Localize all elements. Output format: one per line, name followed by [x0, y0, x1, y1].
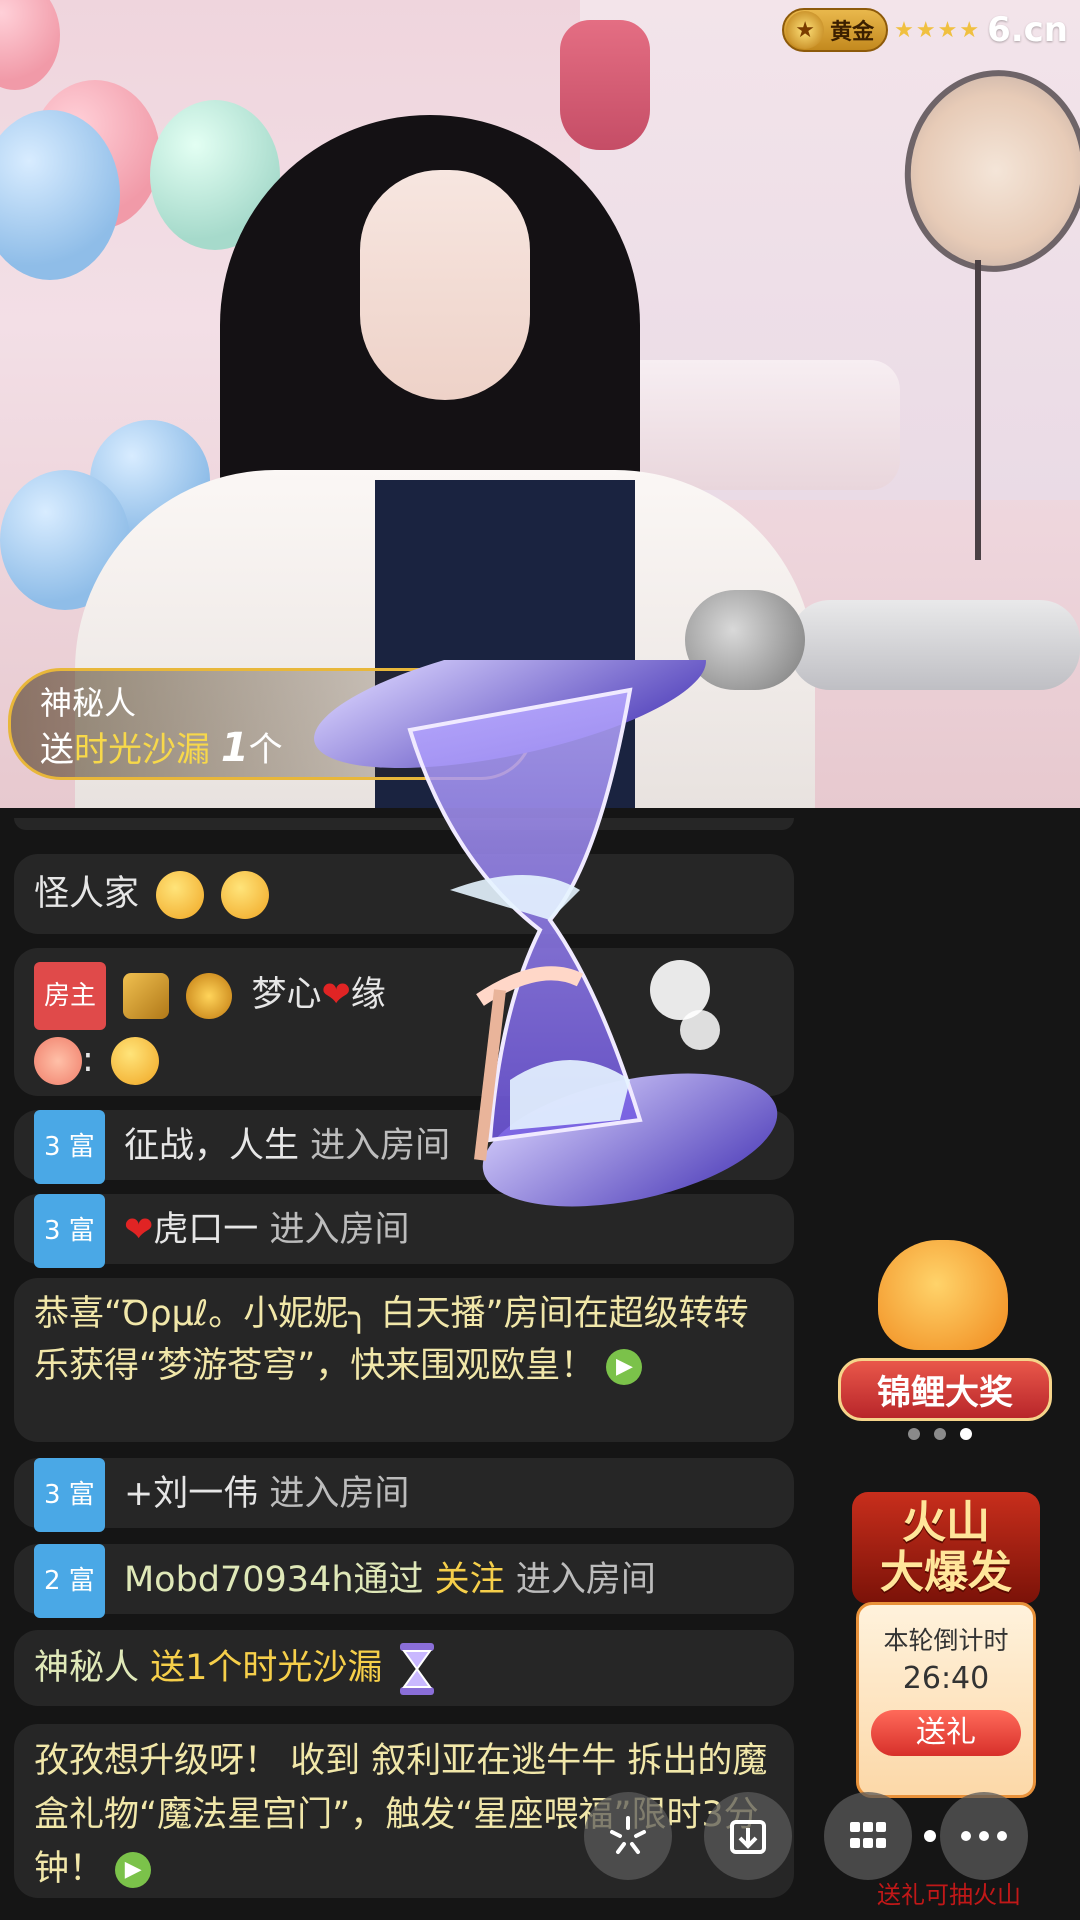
medal-icon: ★	[786, 11, 825, 49]
sparkle-icon[interactable]	[584, 1792, 672, 1880]
balloon	[0, 0, 60, 90]
site-logo: 6.cn	[987, 10, 1068, 50]
chat-system-message[interactable]: 恭喜“Ꝺρμℓ。小妮妮╮ 白天播”房间在超级转转乐获得“梦游苍穹”，快来围观欧皇…	[14, 1278, 794, 1442]
chat-message-enter: 3 富 征战，人生 进入房间	[14, 1110, 794, 1184]
volcano-title-line2: 大爆发	[880, 1547, 1012, 1598]
gift-banner-prefix: 送	[40, 730, 74, 770]
chat-message-partial	[14, 818, 794, 830]
volcano-event-promo[interactable]: 火山 大爆发 本轮倒计时 26:40 送礼 送礼可抽火山	[852, 1492, 1040, 1909]
koi-prize-label: 锦鲤大奖	[838, 1358, 1052, 1421]
chat-user-name[interactable]: 神秘人	[34, 1648, 139, 1688]
gift-banner-line: 送时光沙漏 1个	[40, 722, 283, 771]
medal-icon	[186, 973, 233, 1019]
send-gift-button[interactable]: 送礼	[871, 1710, 1021, 1756]
grin-emoji-icon	[221, 871, 270, 919]
chat-message-enter: 3 富 ❤虎口一 进入房间	[14, 1194, 794, 1268]
carousel-dot	[908, 1428, 920, 1440]
heart-icon: ❤	[123, 1210, 154, 1250]
chat-gift-text: 送1个时光沙漏	[150, 1648, 383, 1688]
koi-prize-promo[interactable]: 锦鲤大奖	[838, 1240, 1052, 1421]
volcano-title-line1: 火山	[902, 1497, 990, 1548]
host-tag: 房主	[34, 962, 107, 1030]
chat-user-name-rest: 缘	[350, 975, 386, 1015]
wealth-level-badge: 3 富	[34, 1194, 105, 1268]
arrow-right-icon[interactable]: ▶	[115, 1852, 152, 1888]
koi-fish-icon	[878, 1240, 1008, 1350]
volcano-card: 本轮倒计时 26:40 送礼 送礼可抽火山	[856, 1602, 1036, 1909]
chat-via: 关注	[434, 1560, 505, 1600]
chat-system-message[interactable]: 孜孜想升级呀！ 收到 叙利亚在逃牛牛 拆出的魔盒礼物“魔法星宫门”，触发“星座喂…	[14, 1724, 794, 1898]
countdown-label: 本轮倒计时	[883, 1626, 1009, 1655]
chat-user-name[interactable]: 虎口一	[153, 1210, 258, 1250]
countdown-timer: 26:40	[902, 1661, 990, 1696]
rank-stars: ★★★★	[894, 17, 982, 43]
grid-icon[interactable]	[824, 1792, 912, 1880]
chat-user-name[interactable]: Mobd70934h通过	[124, 1560, 424, 1600]
chat-action: 进入房间	[515, 1560, 656, 1600]
more-icon[interactable]	[940, 1792, 1028, 1880]
chat-message-enter: 2 富 Mobd70934h通过 关注 进入房间	[14, 1544, 794, 1618]
wealth-level-badge: 3 富	[34, 1110, 105, 1184]
chat-message-gift: 神秘人 送1个时光沙漏	[14, 1630, 794, 1706]
chat-colon: :	[82, 1040, 94, 1080]
pray-emoji-icon	[110, 1037, 159, 1085]
streamer-face	[360, 170, 530, 400]
live-video[interactable]: ★ 黄金 ★★★★ 6.cn 神秘人 送时光沙漏 1个	[0, 0, 1080, 808]
gift-banner-gift-name: 时光沙漏	[74, 730, 210, 770]
chat-user-name[interactable]: 梦心	[251, 975, 321, 1015]
heart-icon: ❤	[321, 975, 351, 1015]
gift-banner-unit: 个	[248, 730, 283, 770]
chat-message: 怪人家	[14, 854, 794, 934]
gift-banner-count: 1	[220, 725, 249, 771]
volcano-footer: 送礼可抽火山	[877, 1881, 1021, 1909]
download-icon[interactable]	[704, 1792, 792, 1880]
wall-decoration	[560, 20, 650, 150]
chat-message-host: 房主 梦心❤缘 :	[14, 948, 794, 1096]
arrow-right-icon[interactable]: ▶	[606, 1349, 643, 1385]
carousel-dot-active	[960, 1428, 972, 1440]
chat-action: 进入房间	[269, 1474, 410, 1514]
chat-action: 进入房间	[269, 1210, 410, 1250]
level-badge-icon	[123, 973, 170, 1019]
chat-system-text: 恭喜“Ꝺρμℓ。小妮妮╮ 白天播”房间在超级转转乐获得“梦游苍穹”，快来围观欧皇…	[34, 1294, 749, 1386]
chat-user-name[interactable]: +刘一伟	[124, 1474, 258, 1514]
chat-text: 怪人家	[34, 874, 140, 914]
microphone	[685, 590, 805, 690]
volcano-title: 火山 大爆发	[852, 1492, 1040, 1604]
chat-user-name[interactable]: 征战，人生	[124, 1126, 299, 1166]
carousel-dot	[934, 1428, 946, 1440]
promo-carousel-dots	[908, 1428, 972, 1440]
lamp-stand	[975, 260, 981, 560]
rank-label: 黄金	[830, 20, 875, 45]
grin-emoji-icon	[156, 871, 205, 919]
wealth-level-badge: 2 富	[34, 1544, 105, 1618]
header-logo-row: ★ 黄金 ★★★★ 6.cn	[782, 8, 1068, 52]
notification-dot	[924, 1830, 936, 1842]
gift-banner-user: 神秘人	[40, 684, 137, 722]
chat-action: 进入房间	[310, 1126, 451, 1166]
sofa	[600, 360, 900, 490]
mic-arm	[790, 600, 1080, 690]
peach-emoji-icon	[34, 1037, 82, 1085]
wealth-level-badge: 3 富	[34, 1458, 105, 1532]
chat-message-enter: 3 富 +刘一伟 进入房间	[14, 1458, 794, 1532]
hourglass-icon	[399, 1643, 434, 1695]
rank-badge[interactable]: ★ 黄金	[782, 8, 889, 52]
